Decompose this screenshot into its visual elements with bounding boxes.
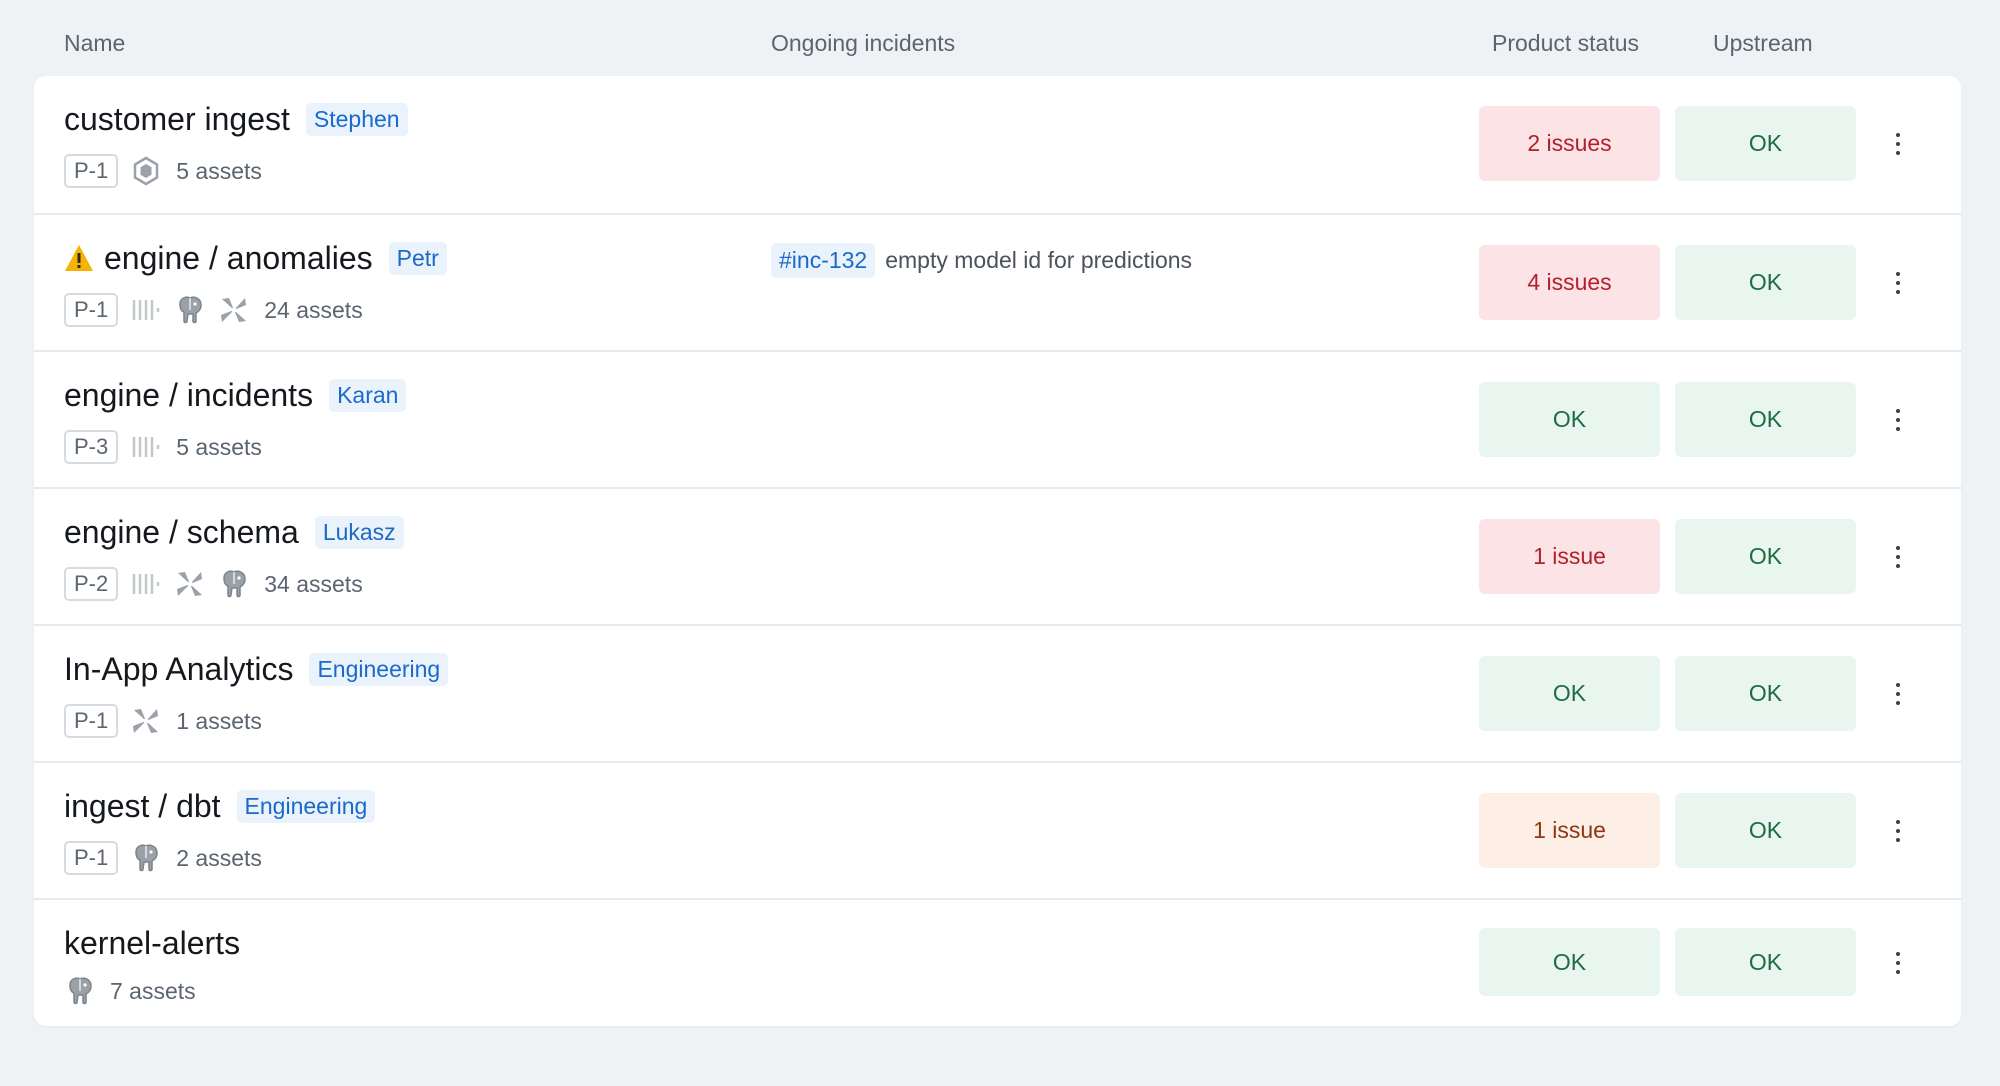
owner-badge[interactable]: Karan [329,378,407,412]
incident-description: empty model id for predictions [885,247,1193,273]
more-options-icon[interactable] [1886,402,1910,438]
priority-badge: P-1 [64,154,119,188]
asset-count: 24 assets [264,296,363,323]
more-options-icon[interactable] [1886,126,1910,162]
priority-badge: P-3 [64,430,119,464]
product-name[interactable]: In-App Analytics [64,651,293,688]
more-options-icon[interactable] [1886,265,1910,301]
asset-count: 2 assets [176,844,262,871]
column-header-upstream[interactable]: Upstream [1713,30,1813,57]
more-options-icon[interactable] [1886,945,1910,981]
more-options-icon[interactable] [1886,676,1910,712]
incident-link[interactable]: #inc-132 [771,243,876,278]
upstream-status-badge[interactable]: OK [1675,245,1856,320]
owner-badge[interactable]: Engineering [309,652,449,686]
owner-badge[interactable]: Engineering [236,789,376,823]
table-row[interactable]: In-App Analytics Engineering P-1 1 asset… [34,624,1961,761]
product-name[interactable]: engine / schema [64,514,299,551]
hexagon-icon [130,155,162,187]
upstream-status-badge[interactable]: OK [1675,106,1856,181]
more-options-icon[interactable] [1886,813,1910,849]
postgres-elephant-icon [218,568,250,600]
airflow-icon [174,568,206,600]
product-status-badge[interactable]: OK [1479,656,1660,731]
upstream-status-badge[interactable]: OK [1675,382,1856,457]
owner-badge[interactable]: Petr [388,241,447,275]
column-header-product-status[interactable]: Product status [1492,30,1639,57]
asset-count: 5 assets [176,157,262,184]
upstream-status-badge[interactable]: OK [1675,928,1856,996]
stream-icon [130,431,162,463]
table-row[interactable]: ingest / dbt Engineering P-1 2 assets 1 … [34,761,1961,898]
product-status-badge[interactable]: 1 issue [1479,793,1660,868]
table-row[interactable]: engine / incidents Karan P-3 5 assets OK… [34,350,1961,487]
upstream-status-badge[interactable]: OK [1675,656,1856,731]
more-options-icon[interactable] [1886,539,1910,575]
stream-icon [130,568,162,600]
product-name[interactable]: ingest / dbt [64,788,221,825]
product-status-badge[interactable]: OK [1479,928,1660,996]
table-row[interactable]: engine / schema Lukasz P-2 34 assets 1 i… [34,487,1961,624]
postgres-elephant-icon [130,842,162,874]
priority-badge: P-1 [64,293,119,327]
priority-badge: P-2 [64,567,119,601]
warning-icon [64,244,94,272]
owner-badge[interactable]: Stephen [305,102,408,136]
data-products-table: customer ingest Stephen P-1 5 assets 2 i… [34,76,1961,1026]
asset-count: 34 assets [264,570,363,597]
priority-badge: P-1 [64,704,119,738]
table-header: Name Ongoing incidents Product status Up… [0,0,2000,76]
upstream-status-badge[interactable]: OK [1675,793,1856,868]
stream-icon [130,294,162,326]
table-row[interactable]: customer ingest Stephen P-1 5 assets 2 i… [34,76,1961,213]
asset-count: 7 assets [110,977,196,1004]
owner-badge[interactable]: Lukasz [314,515,404,549]
airflow-icon [218,294,250,326]
product-name[interactable]: engine / incidents [64,377,313,414]
product-status-badge[interactable]: 2 issues [1479,106,1660,181]
asset-count: 1 assets [176,707,262,734]
product-status-badge[interactable]: 4 issues [1479,245,1660,320]
table-row[interactable]: engine / anomalies Petr P-1 24 assets #i… [34,213,1961,350]
postgres-elephant-icon [174,294,206,326]
product-status-badge[interactable]: 1 issue [1479,519,1660,594]
product-name[interactable]: engine / anomalies [104,240,373,277]
priority-badge: P-1 [64,841,119,875]
table-row[interactable]: kernel-alerts 7 assets OK OK [34,898,1961,1028]
column-header-incidents[interactable]: Ongoing incidents [771,30,955,57]
ongoing-incident: #inc-132 empty model id for predictions [771,243,1192,278]
postgres-elephant-icon [64,975,96,1007]
product-status-badge[interactable]: OK [1479,382,1660,457]
product-name[interactable]: customer ingest [64,101,290,138]
asset-count: 5 assets [176,433,262,460]
product-name[interactable]: kernel-alerts [64,925,240,962]
column-header-name[interactable]: Name [64,30,125,57]
upstream-status-badge[interactable]: OK [1675,519,1856,594]
airflow-icon [130,705,162,737]
